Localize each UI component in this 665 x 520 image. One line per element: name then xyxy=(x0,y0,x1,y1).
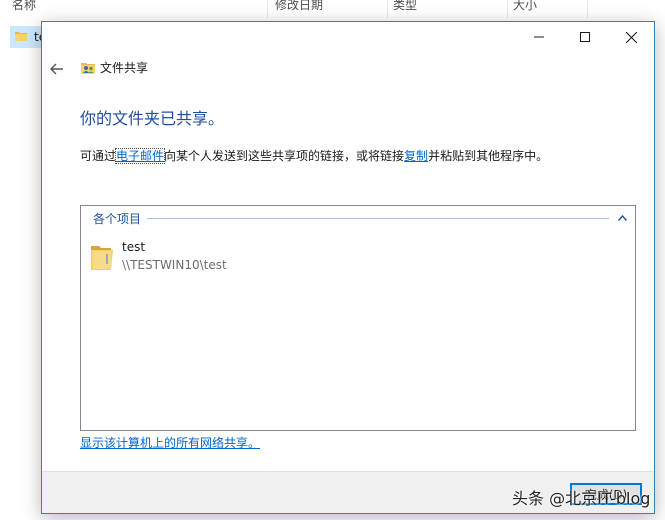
column-header-type[interactable]: 类型 xyxy=(381,0,417,16)
column-header-size[interactable]: 大小 xyxy=(501,0,537,16)
list-item[interactable]: test \\TESTWIN10\test xyxy=(89,238,289,278)
group-divider xyxy=(147,217,609,219)
window-controls xyxy=(516,22,654,52)
maximize-button[interactable] xyxy=(562,22,608,52)
chevron-up-icon[interactable] xyxy=(617,213,627,223)
file-list-row[interactable]: test xyxy=(10,26,44,48)
column-header-date[interactable]: 修改日期 xyxy=(263,0,323,16)
minimize-button[interactable] xyxy=(516,22,562,52)
minimize-icon xyxy=(534,36,544,38)
group-label: 各个项目 xyxy=(93,211,142,226)
dialog-title: 文件共享 xyxy=(100,61,149,75)
column-separator[interactable] xyxy=(587,0,588,18)
group-header[interactable]: 各个项目 xyxy=(93,210,627,226)
file-sharing-icon xyxy=(81,63,95,74)
column-headers: 名称 修改日期 类型 大小 xyxy=(0,0,665,18)
share-description: 可通过电子邮件向某个人发送到这些共享项的链接，或将链接复制并粘贴到其他程序中。 xyxy=(80,148,548,164)
column-header-name[interactable]: 名称 xyxy=(0,0,36,16)
folder-icon xyxy=(15,32,27,41)
page-heading: 你的文件夹已共享。 xyxy=(80,109,225,128)
watermark: 头条 @北京IT-blog xyxy=(512,489,651,508)
back-button[interactable] xyxy=(48,60,66,78)
show-network-shares-link[interactable]: 显示该计算机上的所有网络共享。 xyxy=(80,434,260,451)
shared-items-list[interactable]: 各个项目 test \\TESTWIN10\test xyxy=(80,205,636,431)
maximize-icon xyxy=(580,32,590,42)
email-link[interactable]: 电子邮件 xyxy=(115,148,166,164)
item-path: \\TESTWIN10\test xyxy=(122,258,227,272)
desc-middle: 向某个人发送到这些共享项的链接，或将链接 xyxy=(164,149,405,163)
desc-suffix: 并粘贴到其他程序中。 xyxy=(428,149,549,163)
desc-prefix: 可通过 xyxy=(80,149,117,163)
close-icon xyxy=(625,31,637,43)
copy-link[interactable]: 复制 xyxy=(404,149,428,163)
back-arrow-icon xyxy=(50,63,63,75)
file-sharing-dialog: 文件共享 你的文件夹已共享。 可通过电子邮件向某个人发送到这些共享项的链接，或将… xyxy=(41,21,655,514)
close-button[interactable] xyxy=(608,22,654,52)
folder-icon xyxy=(91,246,113,270)
item-name: test xyxy=(122,240,146,254)
